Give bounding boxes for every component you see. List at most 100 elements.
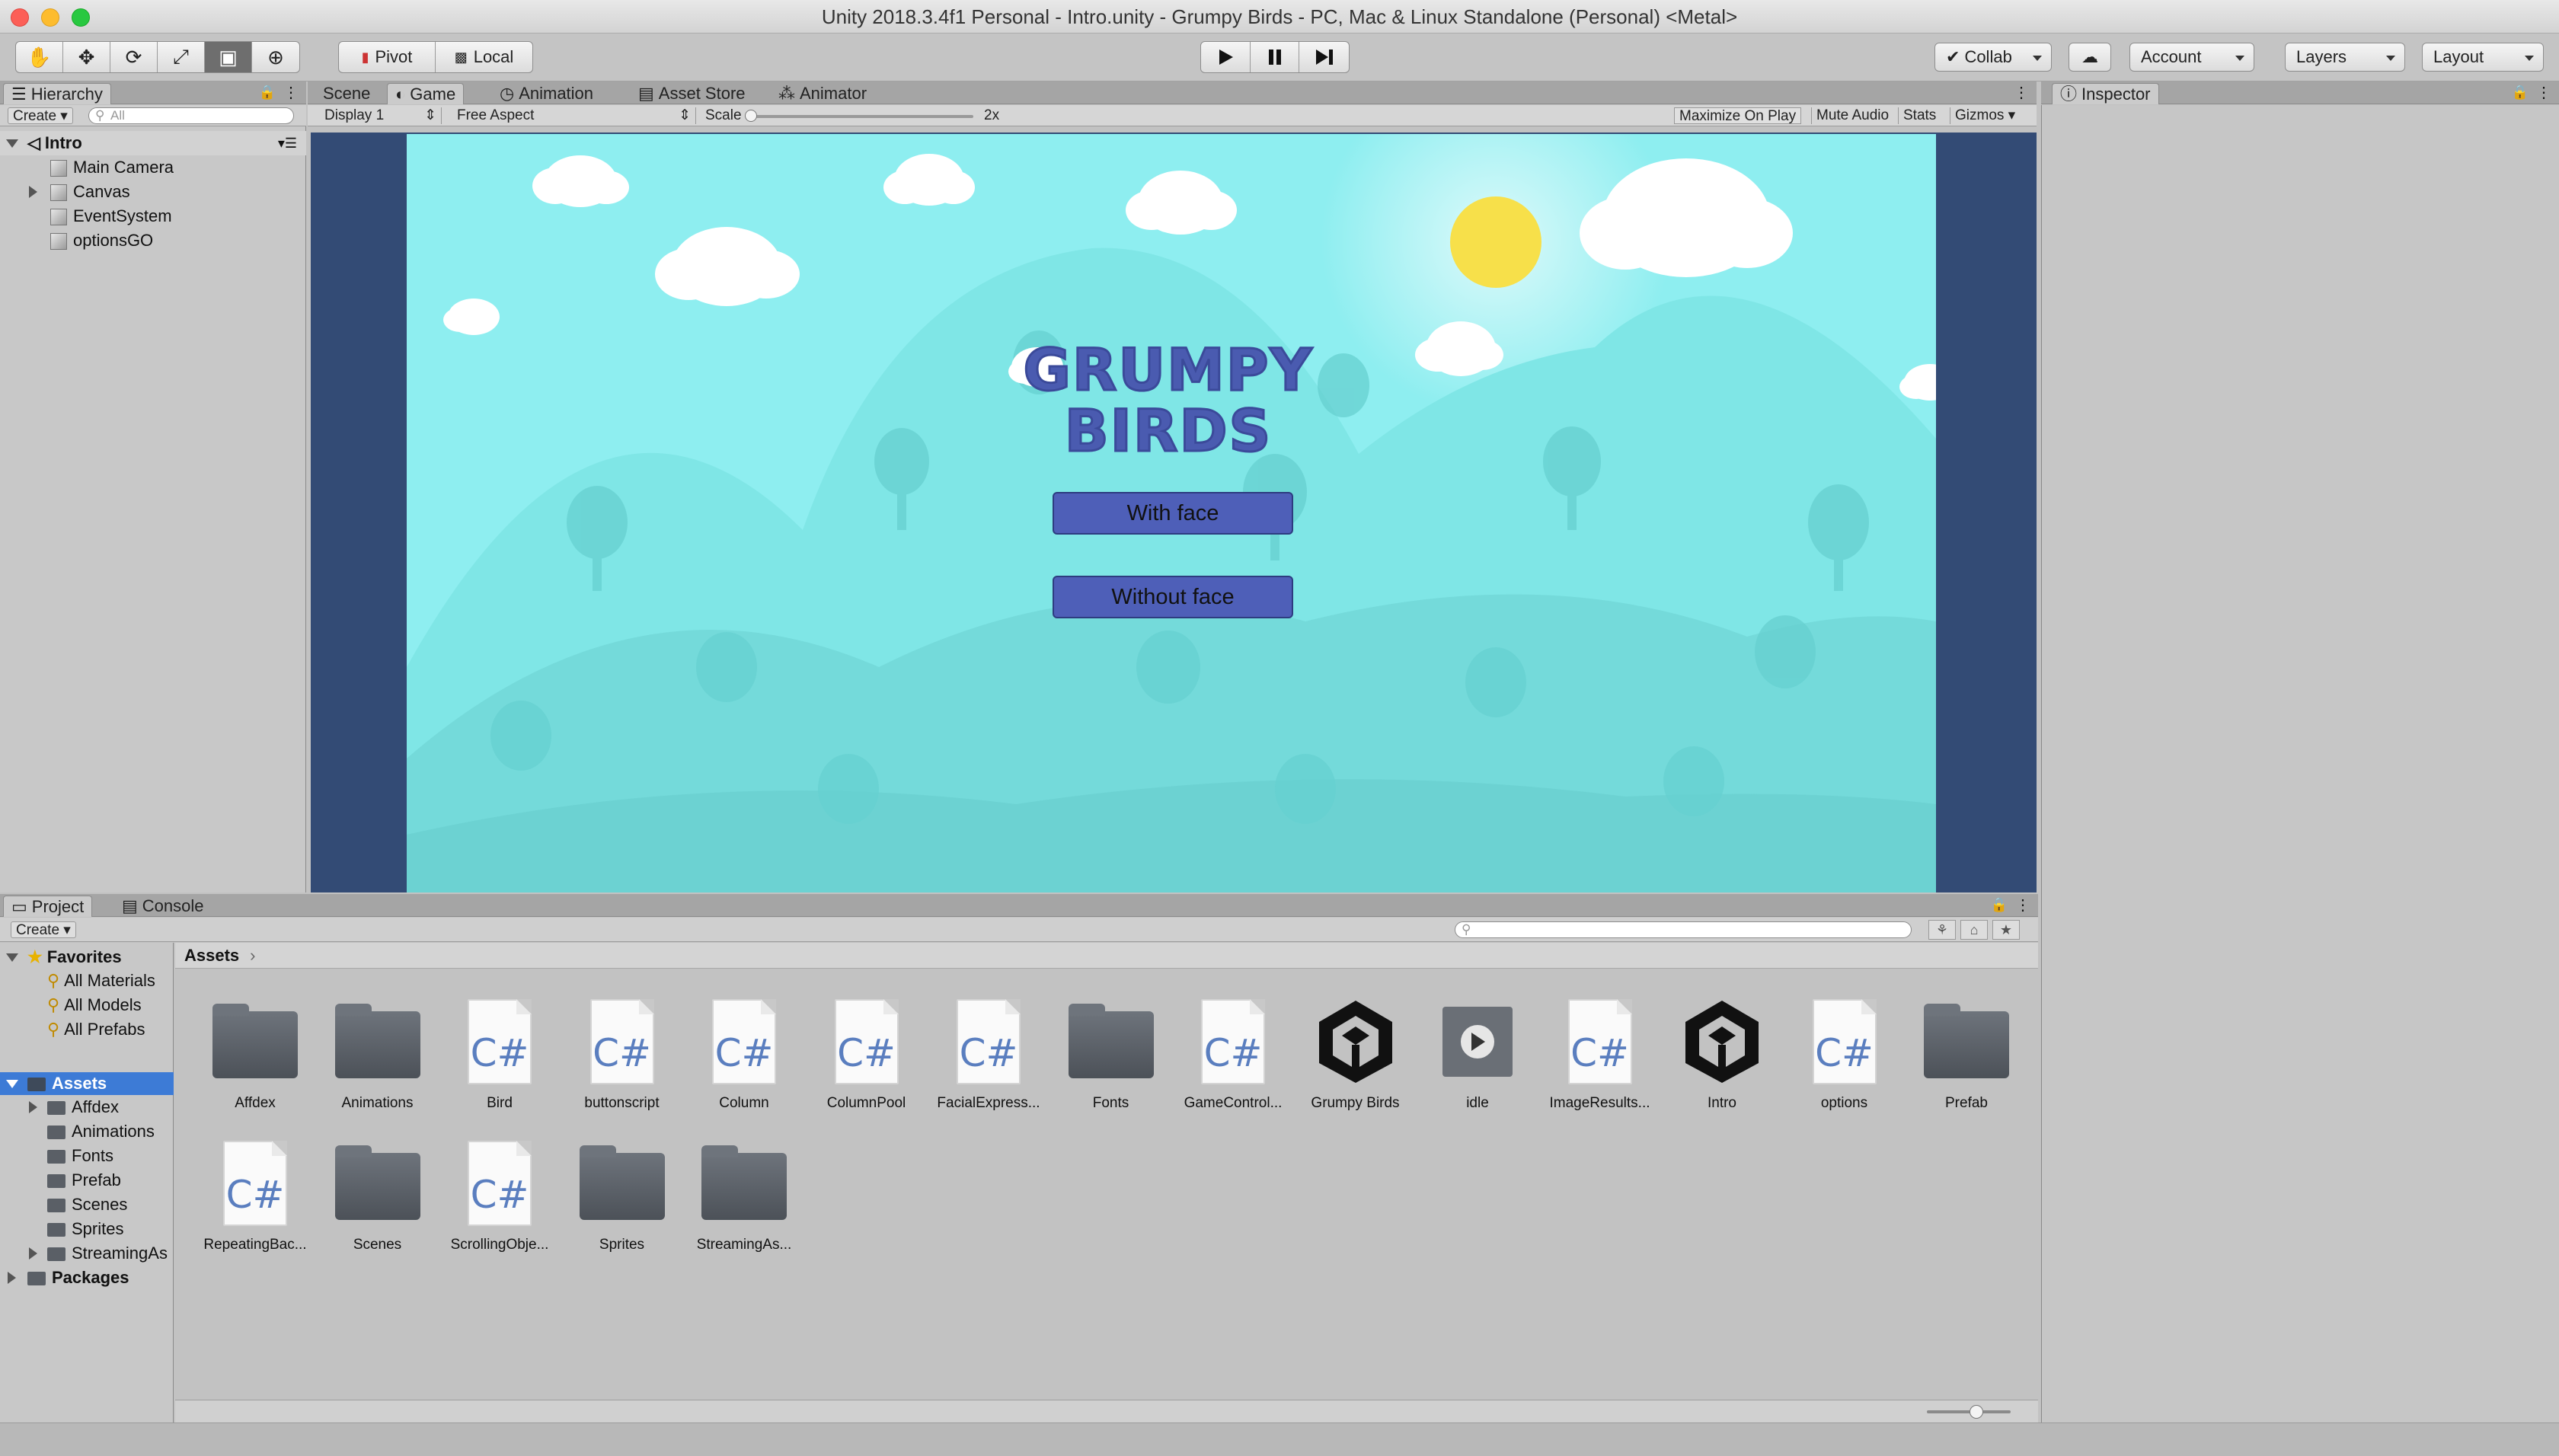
without-face-button[interactable]: Without face — [1053, 576, 1293, 618]
asset-folder[interactable]: Prefab — [1905, 996, 2028, 1112]
with-face-button[interactable]: With face — [1053, 492, 1293, 535]
expand-arrow-icon[interactable] — [6, 1080, 18, 1088]
filter-by-label-button[interactable]: ⌂ — [1960, 920, 1988, 940]
asset-folder[interactable]: Scenes — [316, 1138, 439, 1253]
layers-dropdown[interactable]: Layers — [2285, 43, 2405, 72]
maximize-on-play-toggle[interactable]: Maximize On Play — [1674, 107, 1802, 124]
hierarchy-create-dropdown[interactable]: Create ▾ — [8, 107, 73, 124]
favorites-row[interactable]: ★ Favorites — [0, 946, 122, 969]
move-icon[interactable]: ✥ — [63, 42, 110, 72]
panel-menu-icon[interactable]: ⋮ — [283, 83, 299, 102]
zoom-window-button[interactable] — [72, 8, 90, 27]
favorite-item[interactable]: ⚲ All Prefabs — [0, 1017, 145, 1042]
step-button[interactable] — [1299, 42, 1349, 72]
tab-animator[interactable]: ⁂ Animator — [771, 83, 874, 104]
favorite-item[interactable]: ⚲ All Materials — [0, 969, 155, 993]
transform-icon[interactable]: ⊕ — [252, 42, 299, 72]
asset-script[interactable]: C# buttonscript — [561, 996, 684, 1112]
tree-folder[interactable]: Sprites — [0, 1217, 123, 1241]
rotate-icon[interactable]: ⟳ — [110, 42, 158, 72]
hierarchy-item[interactable]: EventSystem — [0, 204, 172, 228]
tab-asset-store[interactable]: ▤ Asset Store — [631, 83, 753, 104]
scale-slider-thumb[interactable] — [745, 110, 757, 122]
packages-row[interactable]: Packages — [0, 1266, 129, 1290]
asset-unity[interactable]: Grumpy Birds — [1294, 996, 1417, 1112]
expand-arrow-icon[interactable] — [6, 953, 18, 962]
scene-menu-icon[interactable]: ▾☰ — [278, 131, 297, 155]
tree-folder[interactable]: Animations — [0, 1119, 155, 1144]
tab-project[interactable]: ▭ Project — [3, 896, 93, 917]
hierarchy-item[interactable]: Main Camera — [0, 155, 174, 180]
tab-animation[interactable]: ◷ Animation — [492, 83, 601, 104]
asset-folder[interactable]: Animations — [316, 996, 439, 1112]
asset-script[interactable]: C# ColumnPool — [805, 996, 928, 1112]
asset-script[interactable]: C# ScrollingObje... — [438, 1138, 561, 1253]
gizmos-dropdown[interactable]: Gizmos ▾ — [1950, 107, 2020, 124]
tab-console[interactable]: ▤ Console — [114, 896, 212, 917]
filter-by-type-button[interactable]: ⚘ — [1928, 920, 1956, 940]
local-button[interactable]: ▩ Local — [436, 42, 532, 72]
icon-size-slider-thumb[interactable] — [1970, 1405, 1983, 1419]
project-create-dropdown[interactable]: Create ▾ — [11, 921, 76, 938]
asset-script[interactable]: C# FacialExpress... — [927, 996, 1050, 1112]
asset-anim[interactable]: idle — [1416, 996, 1539, 1112]
tab-game[interactable]: ◐ Game — [387, 83, 465, 104]
close-window-button[interactable] — [11, 8, 29, 27]
asset-script[interactable]: C# GameControl... — [1171, 996, 1295, 1112]
pivot-button[interactable]: ▮ Pivot — [339, 42, 436, 72]
project-search-input[interactable]: ⚲ — [1455, 921, 1912, 938]
game-screen[interactable]: GRUMPY BIRDS With face Without face — [407, 134, 1936, 892]
scene-row[interactable]: ◁ Intro ▾☰ — [0, 131, 306, 155]
layout-dropdown[interactable]: Layout — [2422, 43, 2544, 72]
hand-icon[interactable]: ✋ — [16, 42, 63, 72]
pause-button[interactable] — [1251, 42, 1300, 72]
asset-script[interactable]: C# Column — [682, 996, 806, 1112]
aspect-dropdown[interactable]: Free Aspect ⇕ — [452, 107, 696, 124]
game-view[interactable]: GRUMPY BIRDS With face Without face — [311, 133, 2037, 892]
lock-icon[interactable]: 🔒 — [1991, 897, 2008, 913]
asset-folder[interactable]: StreamingAs... — [682, 1138, 806, 1253]
scale-icon[interactable]: ⤢ — [158, 42, 205, 72]
asset-folder[interactable]: Sprites — [561, 1138, 684, 1253]
mute-audio-toggle[interactable]: Mute Audio — [1811, 107, 1893, 124]
favorite-button[interactable]: ★ — [1992, 920, 2020, 940]
hierarchy-item[interactable]: optionsGO — [0, 228, 153, 253]
tab-scene[interactable]: Scene — [315, 83, 378, 104]
account-dropdown[interactable]: Account — [2129, 43, 2254, 72]
asset-folder[interactable]: Affdex — [193, 996, 317, 1112]
asset-script[interactable]: C# RepeatingBac... — [193, 1138, 317, 1253]
asset-script[interactable]: C# options — [1783, 996, 1906, 1112]
asset-script[interactable]: C# Bird — [438, 996, 561, 1112]
tree-folder[interactable]: Scenes — [0, 1193, 127, 1217]
display-dropdown[interactable]: Display 1 ⇕ — [320, 107, 442, 124]
expand-arrow-icon[interactable] — [29, 1247, 37, 1260]
expand-arrow-icon[interactable] — [29, 186, 37, 198]
panel-menu-icon[interactable]: ⋮ — [2015, 896, 2030, 915]
favorite-item[interactable]: ⚲ All Models — [0, 993, 142, 1017]
tree-folder[interactable]: StreamingAs — [0, 1241, 174, 1266]
expand-arrow-icon[interactable] — [29, 1101, 37, 1113]
hierarchy-search-input[interactable]: ⚲ All — [88, 107, 294, 124]
lock-icon[interactable]: 🔒 — [2512, 85, 2529, 101]
cloud-button[interactable]: ☁ — [2069, 43, 2111, 72]
asset-script[interactable]: C# ImageResults... — [1538, 996, 1662, 1112]
lock-icon[interactable]: 🔒 — [259, 85, 276, 101]
assets-root-row[interactable]: Assets — [0, 1072, 174, 1095]
tab-hierarchy[interactable]: ☰ Hierarchy — [3, 83, 111, 104]
panel-menu-icon[interactable]: ⋮ — [2536, 83, 2551, 102]
tree-folder[interactable]: Affdex — [0, 1095, 119, 1119]
hierarchy-item[interactable]: Canvas — [0, 180, 130, 204]
expand-arrow-icon[interactable] — [8, 1272, 16, 1284]
rect-icon[interactable]: ▣ — [205, 42, 252, 72]
play-button[interactable] — [1201, 42, 1251, 72]
minimize-window-button[interactable] — [41, 8, 59, 27]
tree-folder[interactable]: Fonts — [0, 1144, 113, 1168]
asset-folder[interactable]: Fonts — [1049, 996, 1173, 1112]
asset-unity[interactable]: Intro — [1660, 996, 1784, 1112]
scale-slider-track[interactable] — [745, 115, 973, 118]
tree-folder[interactable]: Prefab — [0, 1168, 121, 1193]
stats-toggle[interactable]: Stats — [1898, 107, 1941, 124]
icon-size-slider[interactable] — [1927, 1410, 2011, 1413]
panel-menu-icon[interactable]: ⋮ — [2014, 83, 2029, 102]
collab-dropdown[interactable]: ✔ Collab — [1934, 43, 2052, 72]
